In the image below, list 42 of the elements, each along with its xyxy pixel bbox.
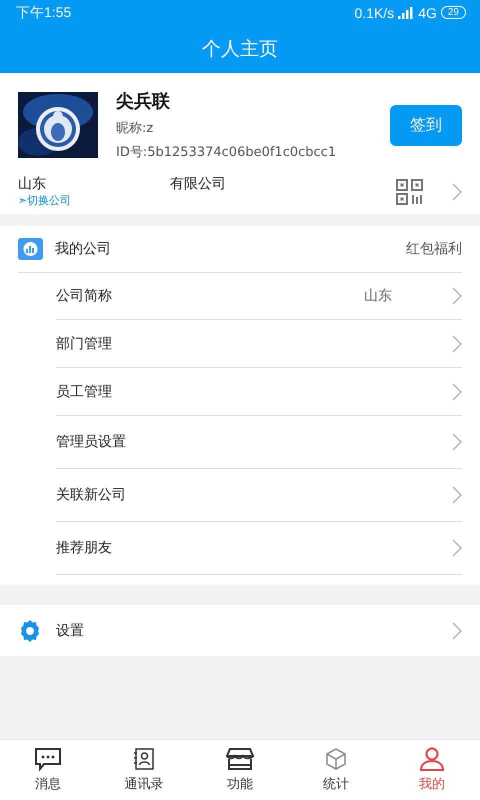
- menu-item[interactable]: 管理员设置: [56, 416, 462, 469]
- menu-item[interactable]: 推荐朋友: [56, 522, 462, 575]
- chevron-right-icon: [452, 539, 462, 557]
- cube-icon: [324, 747, 348, 771]
- signal-icon: [398, 6, 414, 18]
- user-name: 尖兵联: [116, 90, 171, 113]
- chevron-right-icon: [452, 287, 462, 305]
- switch-company-link[interactable]: ➣切换公司: [18, 193, 396, 208]
- menu-item[interactable]: 公司简称 山东: [56, 273, 462, 320]
- company-name: 山东: [18, 175, 46, 193]
- company-name: 有限公司: [170, 175, 226, 193]
- contact-book-icon: [132, 747, 156, 771]
- tab[interactable]: 通讯录: [96, 740, 192, 800]
- settings-row[interactable]: 设置: [0, 605, 480, 656]
- page-title: 个人主页: [202, 37, 278, 62]
- network-speed: 0.1K/s: [354, 4, 394, 20]
- bonus-link[interactable]: 红包福利: [406, 240, 462, 258]
- tab[interactable]: 我的: [384, 740, 480, 800]
- nickname: 昵称:z: [116, 120, 154, 137]
- chat-bubble-icon: [34, 747, 62, 771]
- status-time: 下午1:55: [16, 4, 72, 22]
- chevron-right-icon: [452, 382, 462, 400]
- person-icon: [419, 747, 445, 771]
- store-icon: [226, 747, 254, 771]
- tab[interactable]: 功能: [192, 740, 288, 800]
- company-icon: [18, 238, 43, 260]
- chevron-right-icon: [452, 182, 462, 200]
- battery-indicator: 29: [440, 6, 466, 19]
- menu-item[interactable]: 部门管理: [56, 320, 462, 368]
- tab[interactable]: 统计: [288, 740, 384, 800]
- gear-icon: [18, 618, 42, 642]
- chevron-right-icon: [452, 334, 462, 352]
- tab[interactable]: 消息: [0, 740, 96, 800]
- menu-item[interactable]: 员工管理: [56, 368, 462, 416]
- qr-code-icon[interactable]: [396, 178, 424, 204]
- chevron-right-icon: [452, 433, 462, 451]
- menu-item[interactable]: 关联新公司: [56, 469, 462, 522]
- section-title: 我的公司: [55, 240, 112, 258]
- user-id: ID号:5b1253374c06be0f1c0cbcc1: [116, 144, 338, 161]
- network-type: 4G: [418, 4, 437, 20]
- chevron-right-icon: [452, 622, 462, 640]
- chevron-right-icon: [452, 486, 462, 504]
